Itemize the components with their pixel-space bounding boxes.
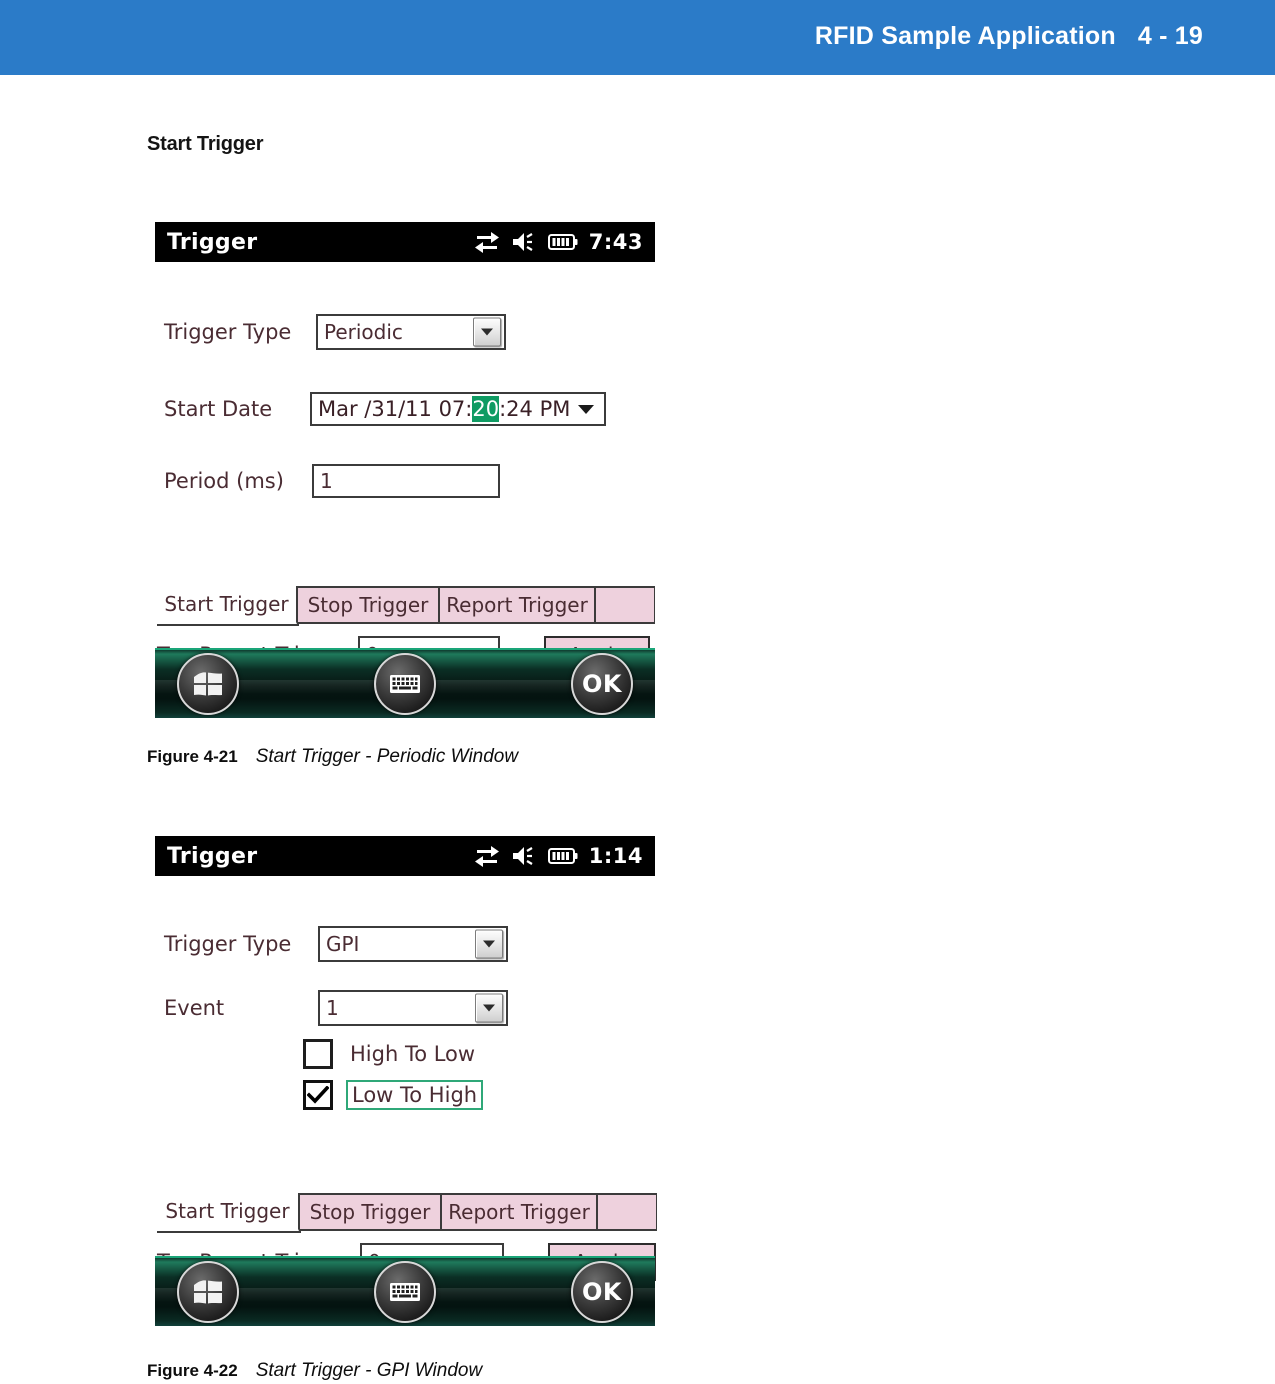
figure-caption-4-21: Figure 4-21 Start Trigger - Periodic Wind… [147,746,518,768]
checkmark-icon [307,1086,329,1104]
windows-logo-icon [191,1276,225,1308]
start-date-selected-segment[interactable]: 20 [472,396,500,422]
trigger-type-combobox[interactable]: Periodic [316,314,506,350]
ok-button[interactable]: OK [571,1261,633,1323]
device-taskbar: OK [155,1256,655,1326]
ok-button-label: OK [582,670,622,698]
chevron-down-icon[interactable] [475,929,503,959]
titlebar-status-area: 7:43 [474,230,643,254]
active-tab-underline [157,1231,301,1233]
figure-title: Start Trigger - Periodic Window [255,746,519,767]
chevron-down-icon[interactable] [475,993,503,1023]
event-label: Event [164,996,225,1020]
tab-report-trigger[interactable]: Report Trigger [439,586,595,624]
tab-label: Report Trigger [448,1200,590,1224]
connectivity-icon [474,231,500,253]
status-clock: 1:14 [588,844,643,868]
start-date-suffix: :24 PM [499,397,571,421]
event-row: Event 1 [164,990,508,1026]
page-header-title: RFID Sample Application [814,22,1116,50]
tab-strip-filler [595,586,655,624]
tab-stop-trigger[interactable]: Stop Trigger [299,1193,441,1231]
active-tab-underline [157,624,299,626]
period-row: Period (ms) 1 [164,464,500,498]
titlebar-status-area: 1:14 [474,844,643,868]
tab-strip-filler [597,1193,657,1231]
event-combobox[interactable]: 1 [318,990,508,1026]
device-screenshot-periodic: Trigger 7:43 Trigger Type Periodic Start… [155,222,655,718]
tab-start-trigger[interactable]: Start Trigger [157,586,297,624]
ok-button-label: OK [582,1278,622,1306]
figure-title: Start Trigger - GPI Window [255,1360,483,1381]
page-number: 4 - 19 [1137,22,1203,50]
connectivity-icon [474,845,500,867]
tab-label: Start Trigger [165,1199,290,1223]
figure-caption-4-22: Figure 4-22 Start Trigger - GPI Window [147,1360,482,1382]
tab-label: Stop Trigger [307,593,429,617]
window-body: Trigger Type Periodic Start Date Mar /31… [155,262,655,674]
window-title: Trigger [167,229,258,255]
trigger-tabs: Start Trigger Stop Trigger Report Trigge… [157,1193,657,1231]
page-header-bar: RFID Sample Application 4 - 19 [0,0,1275,75]
volume-icon [511,231,537,253]
device-screenshot-gpi: Trigger 1:14 Trigger Type GPI Event 1 Hi… [155,836,657,1326]
chevron-down-icon[interactable] [578,404,594,414]
high-to-low-checkbox[interactable] [303,1039,333,1069]
window-title: Trigger [167,843,258,869]
tab-label: Start Trigger [164,592,289,616]
trigger-tabs: Start Trigger Stop Trigger Report Trigge… [157,586,655,624]
event-value: 1 [326,996,339,1020]
start-date-picker[interactable]: Mar /31/11 07: 20:24 PM [310,392,606,426]
trigger-type-label: Trigger Type [164,320,292,344]
volume-icon [511,845,537,867]
low-to-high-checkbox[interactable] [303,1080,333,1110]
keyboard-button[interactable] [374,653,436,715]
windows-logo-icon [191,668,225,700]
window-titlebar: Trigger [155,836,655,876]
device-taskbar: OK [155,648,655,718]
section-heading: Start Trigger [147,133,264,155]
trigger-type-row: Trigger Type Periodic [164,314,506,350]
window-body: Trigger Type GPI Event 1 High To Low Low… [155,876,657,1281]
tab-stop-trigger[interactable]: Stop Trigger [297,586,439,624]
trigger-type-combobox[interactable]: GPI [318,926,508,962]
high-to-low-checkbox-row[interactable]: High To Low [303,1039,479,1069]
keyboard-icon [389,672,421,696]
chevron-down-icon[interactable] [473,317,501,347]
window-titlebar: Trigger [155,222,655,262]
trigger-type-value: Periodic [324,320,403,344]
figure-number: Figure 4-22 [147,1361,238,1380]
tab-report-trigger[interactable]: Report Trigger [441,1193,597,1231]
ok-button[interactable]: OK [571,653,633,715]
period-input[interactable]: 1 [312,464,500,498]
start-button[interactable] [177,653,239,715]
start-date-label: Start Date [164,397,273,421]
trigger-type-label: Trigger Type [164,932,292,956]
status-clock: 7:43 [588,230,643,254]
high-to-low-label: High To Low [350,1042,476,1066]
keyboard-button[interactable] [374,1261,436,1323]
period-label: Period (ms) [164,469,284,493]
low-to-high-checkbox-row[interactable]: Low To High [303,1080,484,1110]
page-header-text: RFID Sample Application 4 - 19 [815,22,1203,51]
tab-label: Report Trigger [446,593,588,617]
start-button[interactable] [177,1261,239,1323]
trigger-type-value: GPI [326,932,360,956]
battery-icon [547,233,578,251]
battery-icon [547,847,578,865]
low-to-high-label: Low To High [346,1080,484,1110]
start-date-row: Start Date Mar /31/11 07: 20:24 PM [164,392,606,426]
trigger-type-row: Trigger Type GPI [164,926,508,962]
tab-start-trigger[interactable]: Start Trigger [157,1193,299,1231]
tab-label: Stop Trigger [309,1200,431,1224]
keyboard-icon [389,1280,421,1304]
start-date-prefix: Mar /31/11 07: [318,397,473,421]
figure-number: Figure 4-21 [147,747,238,766]
